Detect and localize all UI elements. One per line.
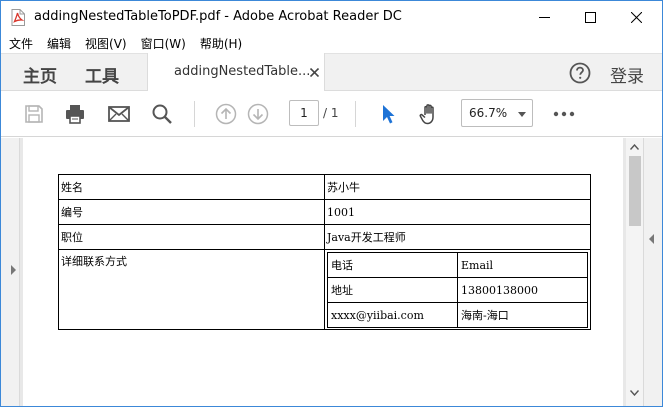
table-row: 电话 Email [327, 252, 588, 278]
arrow-down-circle-icon [247, 103, 269, 125]
save-button[interactable] [22, 102, 46, 126]
contact-nested-cell: 电话 Email 地址 13800138000 xxxx@yiibai.com [324, 249, 591, 330]
table-cell: Email [457, 252, 588, 278]
toolbar-divider [194, 101, 195, 127]
login-link[interactable]: 登录 [610, 62, 644, 87]
next-page-button[interactable] [246, 102, 270, 126]
print-button[interactable] [63, 102, 87, 126]
table-row: 地址 13800138000 [327, 277, 588, 303]
table-row: 编号 1001 [58, 199, 591, 225]
window-title: addingNestedTableToPDF.pdf - Adobe Acrob… [34, 9, 402, 24]
search-icon [152, 104, 172, 124]
more-tools-button[interactable] [552, 102, 576, 126]
table-row: 姓名 苏小牛 [58, 174, 591, 200]
minimize-button[interactable] [521, 1, 567, 33]
page-number-input[interactable]: 1 [289, 100, 319, 126]
maximize-button[interactable] [567, 1, 613, 33]
printer-icon [66, 105, 84, 124]
scroll-up-arrow-icon[interactable] [630, 144, 639, 150]
menu-bar: 文件 编辑 视图(V) 窗口(W) 帮助(H) [1, 33, 662, 53]
details-table: 姓名 苏小牛 编号 1001 职位 Java开发工程师 详细联系方式 电话 Em… [58, 174, 591, 330]
hand-icon [419, 104, 434, 125]
select-tool-button[interactable] [376, 102, 400, 126]
pdf-file-icon [11, 9, 25, 26]
menu-edit[interactable]: 编辑 [39, 35, 77, 52]
more-dots-icon [553, 111, 575, 117]
toolbar-divider [355, 101, 356, 127]
close-button[interactable] [613, 1, 659, 33]
chevron-down-icon [518, 112, 526, 117]
zoom-select[interactable]: 66.7% [461, 99, 533, 127]
page-total: / 1 [323, 106, 339, 120]
position-label-cell: 职位 [58, 224, 325, 250]
minimize-icon [538, 16, 550, 18]
expand-left-icon [649, 234, 654, 244]
table-cell: 电话 [327, 252, 458, 278]
hand-tool-button[interactable] [418, 102, 442, 126]
tab-tools[interactable]: 工具 [85, 62, 119, 87]
name-value-cell: 苏小牛 [324, 174, 591, 200]
vertical-scrollbar[interactable] [626, 138, 643, 406]
position-value-cell: Java开发工程师 [324, 224, 591, 250]
left-panel-toggle[interactable] [1, 138, 20, 406]
scrollbar-thumb[interactable] [629, 156, 641, 226]
document-viewport: 姓名 苏小牛 编号 1001 职位 Java开发工程师 详细联系方式 电话 Em… [1, 138, 662, 406]
tab-bar: 主页 工具 addingNestedTable... 登录 [1, 53, 662, 92]
id-value-cell: 1001 [324, 199, 591, 225]
help-icon[interactable] [569, 62, 591, 84]
tab-home[interactable]: 主页 [23, 62, 57, 87]
table-row: 详细联系方式 电话 Email 地址 13800138000 xxxx@yiib… [58, 249, 591, 330]
search-button[interactable] [150, 102, 174, 126]
menu-window[interactable]: 窗口(W) [133, 35, 192, 52]
maximize-icon [584, 11, 596, 23]
table-cell: xxxx@yiibai.com [327, 302, 458, 328]
arrow-up-circle-icon [215, 103, 237, 125]
zoom-value: 66.7% [469, 106, 508, 120]
menu-help[interactable]: 帮助(H) [192, 35, 248, 52]
app-window: addingNestedTableToPDF.pdf - Adobe Acrob… [0, 0, 663, 407]
right-panel-toggle[interactable] [643, 138, 662, 406]
cursor-arrow-icon [383, 105, 395, 124]
id-label-cell: 编号 [58, 199, 325, 225]
menu-view[interactable]: 视图(V) [77, 35, 133, 52]
previous-page-button[interactable] [214, 102, 238, 126]
pdf-page: 姓名 苏小牛 编号 1001 职位 Java开发工程师 详细联系方式 电话 Em… [23, 138, 623, 406]
title-bar: addingNestedTableToPDF.pdf - Adobe Acrob… [1, 1, 662, 33]
tab-document[interactable]: addingNestedTable... [147, 53, 325, 92]
table-cell: 13800138000 [457, 277, 588, 303]
contact-label-cell: 详细联系方式 [58, 249, 325, 330]
email-button[interactable] [107, 102, 131, 126]
save-icon [25, 105, 43, 123]
table-cell: 海南-海口 [457, 302, 588, 328]
menu-file[interactable]: 文件 [1, 35, 39, 52]
expand-right-icon [11, 265, 16, 275]
scroll-down-arrow-icon[interactable] [630, 390, 639, 396]
close-icon [630, 11, 642, 23]
envelope-icon [108, 106, 130, 122]
table-cell: 地址 [327, 277, 458, 303]
table-row: xxxx@yiibai.com 海南-海口 [327, 302, 588, 328]
name-label-cell: 姓名 [58, 174, 325, 200]
contact-table: 电话 Email 地址 13800138000 xxxx@yiibai.com [327, 252, 588, 328]
table-row: 职位 Java开发工程师 [58, 224, 591, 250]
document-tab-label: addingNestedTable... [174, 64, 311, 79]
close-tab-icon[interactable] [310, 68, 319, 77]
